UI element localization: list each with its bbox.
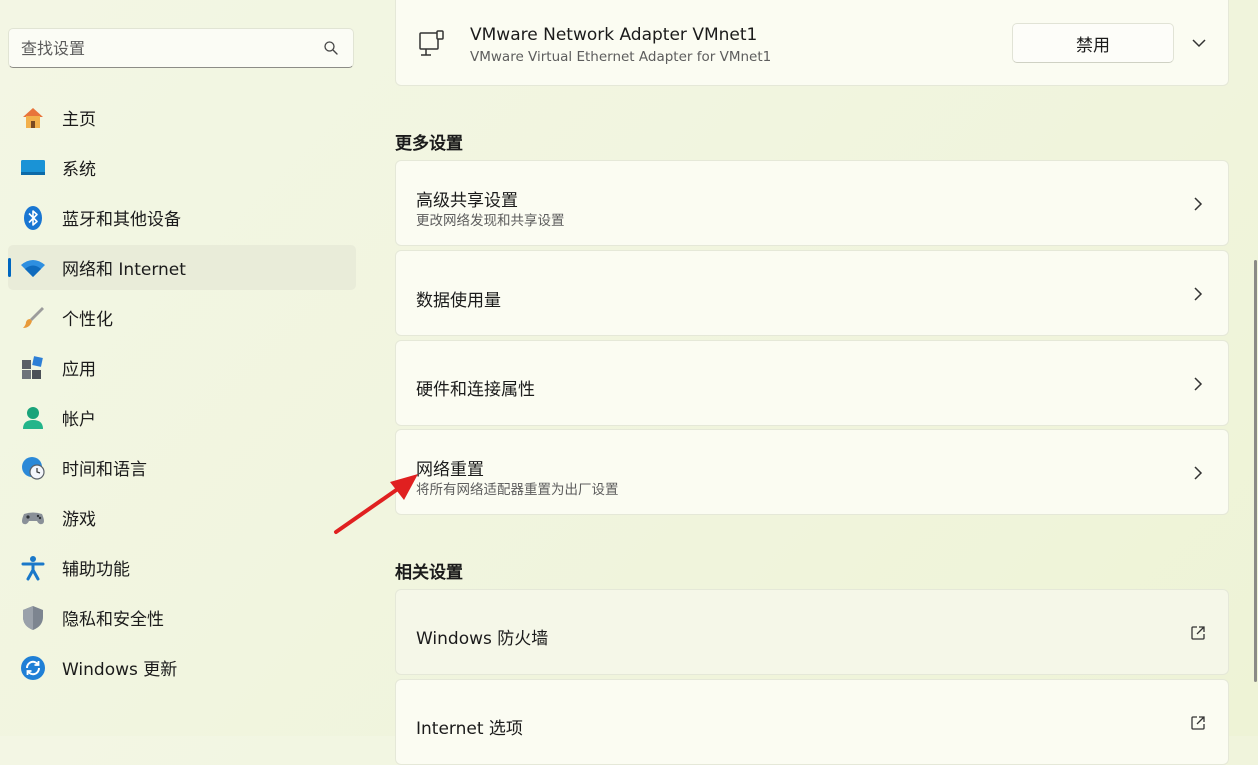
brush-icon	[20, 305, 46, 331]
sidebar-item-label: 时间和语言	[62, 460, 147, 480]
disable-button[interactable]: 禁用	[1012, 23, 1174, 63]
sidebar-item-label: 应用	[62, 360, 96, 380]
sidebar-item-label: 主页	[62, 110, 96, 130]
sidebar-item-windows-update[interactable]: Windows 更新	[8, 645, 356, 690]
sidebar-item-accessibility[interactable]: 辅助功能	[8, 545, 356, 590]
section-title-more-settings: 更多设置	[395, 134, 463, 154]
windows-firewall-card[interactable]: Windows 防火墙	[395, 589, 1229, 675]
scrollbar[interactable]	[1254, 260, 1257, 682]
sidebar-item-network[interactable]: 网络和 Internet	[8, 245, 356, 290]
account-icon	[20, 405, 46, 431]
internet-options-card[interactable]: Internet 选项	[395, 679, 1229, 765]
adapter-description: VMware Virtual Ethernet Adapter for VMne…	[470, 49, 772, 65]
data-usage-card[interactable]: 数据使用量	[395, 250, 1229, 336]
chevron-right-icon	[1194, 377, 1203, 391]
chevron-right-icon	[1194, 287, 1203, 301]
bluetooth-icon	[20, 205, 46, 231]
advanced-sharing-card[interactable]: 高级共享设置 更改网络发现和共享设置	[395, 160, 1229, 246]
sidebar-item-label: 帐户	[62, 410, 96, 430]
apps-icon	[20, 355, 46, 381]
wifi-icon	[20, 255, 46, 281]
update-icon	[20, 655, 46, 681]
network-reset-card[interactable]: 网络重置 将所有网络适配器重置为出厂设置	[395, 429, 1229, 515]
adapter-name: VMware Network Adapter VMnet1	[470, 25, 758, 45]
card-title: Internet 选项	[416, 719, 523, 739]
sidebar-item-accounts[interactable]: 帐户	[8, 395, 356, 440]
card-subtitle: 将所有网络适配器重置为出厂设置	[416, 482, 619, 498]
gamepad-icon	[20, 505, 46, 531]
search-icon[interactable]	[323, 40, 339, 56]
section-title-related-settings: 相关设置	[395, 563, 463, 583]
sidebar-item-personalization[interactable]: 个性化	[8, 295, 356, 340]
chevron-down-icon[interactable]	[1191, 37, 1207, 49]
sidebar-item-label: 网络和 Internet	[62, 260, 186, 280]
chevron-right-icon	[1194, 466, 1203, 480]
globe-clock-icon	[20, 455, 46, 481]
sidebar-item-home[interactable]: 主页	[8, 95, 356, 140]
card-title: 数据使用量	[416, 291, 501, 311]
chevron-right-icon	[1194, 197, 1203, 211]
sidebar-item-label: 辅助功能	[62, 560, 130, 580]
sidebar-item-label: 个性化	[62, 310, 113, 330]
sidebar: 主页 系统 蓝牙和其他设备	[0, 0, 370, 736]
sidebar-item-bluetooth[interactable]: 蓝牙和其他设备	[8, 195, 356, 240]
network-adapter-icon	[419, 30, 444, 56]
shield-icon	[20, 605, 46, 631]
card-title: 网络重置	[416, 460, 484, 480]
home-icon	[20, 105, 46, 131]
sidebar-item-time-language[interactable]: 时间和语言	[8, 445, 356, 490]
sidebar-item-gaming[interactable]: 游戏	[8, 495, 356, 540]
search-box[interactable]	[8, 28, 354, 68]
external-link-icon	[1191, 626, 1205, 640]
sidebar-item-label: Windows 更新	[62, 660, 178, 680]
sidebar-item-label: 隐私和安全性	[62, 610, 164, 630]
sidebar-item-label: 蓝牙和其他设备	[62, 210, 181, 230]
system-icon	[20, 155, 46, 181]
accessibility-icon	[20, 555, 46, 581]
hardware-properties-card[interactable]: 硬件和连接属性	[395, 340, 1229, 426]
annotation-arrow	[334, 474, 418, 534]
external-link-icon	[1191, 716, 1205, 730]
nav-list: 主页 系统 蓝牙和其他设备 网络和 Internet 个性化 应用 帐户 时间和…	[8, 95, 356, 695]
sidebar-item-apps[interactable]: 应用	[8, 345, 356, 390]
card-title: 高级共享设置	[416, 191, 518, 211]
sidebar-item-label: 系统	[62, 160, 96, 180]
search-input[interactable]	[21, 29, 311, 67]
card-title: 硬件和连接属性	[416, 380, 535, 400]
sidebar-item-system[interactable]: 系统	[8, 145, 356, 190]
card-title: Windows 防火墙	[416, 629, 549, 649]
card-subtitle: 更改网络发现和共享设置	[416, 213, 565, 229]
sidebar-item-label: 游戏	[62, 510, 96, 530]
sidebar-item-privacy[interactable]: 隐私和安全性	[8, 595, 356, 640]
adapter-card: VMware Network Adapter VMnet1 VMware Vir…	[395, 0, 1229, 86]
